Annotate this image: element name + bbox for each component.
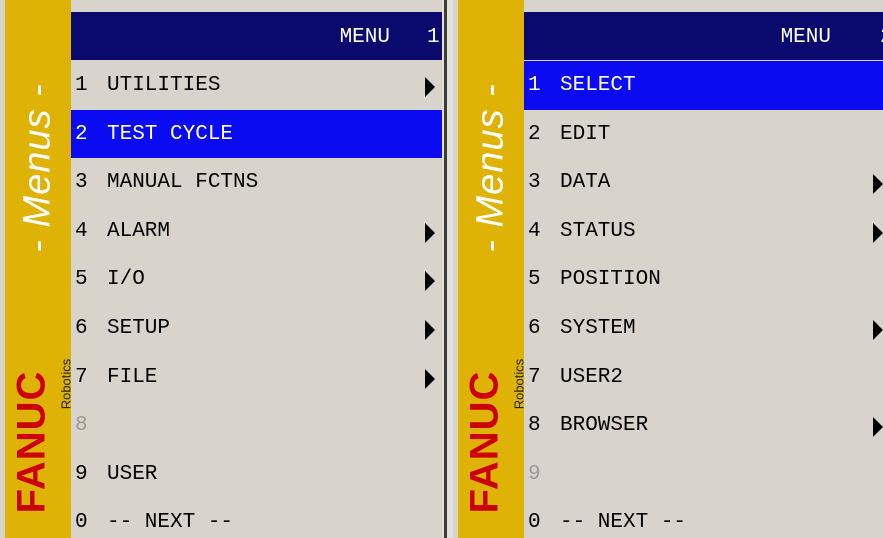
menu-item-number: 7	[75, 365, 88, 389]
submenu-arrow-icon	[873, 222, 883, 243]
menu-title: MENU	[780, 26, 831, 49]
submenu-arrow-icon	[425, 271, 435, 292]
menu-item-0[interactable]: 0 -- NEXT --	[71, 498, 442, 538]
menu-item-label: USER	[107, 462, 158, 486]
menu-item-7[interactable]: 7 USER2	[524, 353, 883, 402]
menu-item-number: 3	[75, 171, 88, 195]
menu-item-list: 1 SELECT 2 EDIT 3 DATA 4 STATUS 5 POSITION 6 SYSTEM…	[524, 61, 883, 538]
menu-item-8[interactable]: 8 BROWSER	[524, 401, 883, 450]
menu-item-label: BROWSER	[560, 414, 649, 438]
menu-item-label: I/O	[107, 268, 145, 292]
menu-item-number: 2	[75, 122, 88, 146]
menu-item-2[interactable]: 2 TEST CYCLE	[71, 109, 442, 159]
menu-panel-1: - Menus - FANUC Robotics MENU 1 1 UTILITI…	[0, 0, 442, 538]
menu-item-number: 8	[75, 414, 88, 438]
menu-item-label: UTILITIES	[107, 74, 221, 97]
menu-item-label: USER2	[560, 365, 624, 389]
menu-item-3[interactable]: 3 MANUAL FCTNS	[71, 158, 442, 207]
menu-item-label: FILE	[107, 365, 158, 389]
submenu-arrow-icon	[425, 368, 435, 389]
menu-item-2[interactable]: 2 EDIT	[524, 110, 883, 159]
menu-item-9[interactable]: 9 USER	[71, 450, 442, 499]
menu-item-number: 0	[75, 511, 88, 535]
submenu-arrow-icon	[873, 417, 883, 438]
menu-header: MENU 1	[71, 12, 442, 60]
menu-item-number: 3	[528, 171, 541, 195]
fanuc-logo: FANUC	[9, 370, 54, 514]
menu-item-label: SETUP	[107, 316, 171, 340]
submenu-arrow-icon	[873, 319, 883, 340]
menu-item-label: DATA	[560, 171, 611, 195]
menu-item-label: MANUAL FCTNS	[107, 171, 259, 195]
menu-item-label: SELECT	[560, 74, 636, 97]
menu-item-label: -- NEXT --	[107, 511, 234, 535]
menu-item-number: 1	[75, 74, 88, 97]
menu-item-3[interactable]: 3 DATA	[524, 158, 883, 207]
menu-page-number: 1	[427, 26, 440, 49]
menu-item-number: 9	[528, 462, 541, 486]
menu-item-4[interactable]: 4 STATUS	[524, 207, 883, 256]
menu-item-number: 0	[528, 511, 541, 535]
menu-item-number: 4	[75, 219, 88, 243]
submenu-arrow-icon	[873, 174, 883, 195]
menu-item-9: 9	[524, 450, 883, 499]
submenu-arrow-icon	[425, 319, 435, 340]
menu-item-5[interactable]: 5 I/O	[71, 255, 442, 304]
menu-item-label: EDIT	[560, 122, 611, 146]
menu-panel-2: - Menus - FANUC Robotics MENU 2 1 SELECT 2…	[453, 0, 883, 538]
menu-item-number: 5	[528, 268, 541, 292]
submenu-arrow-icon	[425, 222, 435, 243]
menu-item-number: 9	[75, 462, 88, 486]
menu-item-6[interactable]: 6 SYSTEM	[524, 304, 883, 353]
menu-item-label: TEST CYCLE	[107, 122, 234, 146]
submenu-arrow-icon	[425, 77, 435, 97]
panel-divider	[442, 0, 453, 538]
menu-item-6[interactable]: 6 SETUP	[71, 304, 442, 353]
menu-item-label: POSITION	[560, 268, 661, 292]
fanuc-logo: FANUC	[462, 370, 507, 514]
menu-header: MENU 2	[524, 12, 883, 60]
menu-item-number: 5	[75, 268, 88, 292]
menu-item-number: 6	[75, 316, 88, 340]
menus-label: - Menus -	[16, 83, 59, 253]
menu-item-number: 2	[528, 122, 541, 146]
menu-title: MENU	[339, 26, 390, 49]
brand-bar: - Menus - FANUC Robotics	[458, 0, 527, 538]
menu-item-5[interactable]: 5 POSITION	[524, 255, 883, 304]
menu-item-7[interactable]: 7 FILE	[71, 353, 442, 402]
menu-item-1[interactable]: 1 SELECT	[524, 61, 883, 110]
menu-item-8: 8	[71, 401, 442, 450]
menu-item-number: 1	[528, 74, 541, 97]
menu-item-number: 4	[528, 219, 541, 243]
brand-bar: - Menus - FANUC Robotics	[5, 0, 74, 538]
menu-item-label: ALARM	[107, 219, 171, 243]
menu-item-number: 7	[528, 365, 541, 389]
menu-item-1[interactable]: 1 UTILITIES	[71, 61, 442, 110]
divider-line	[444, 0, 447, 538]
menu-item-number: 8	[528, 414, 541, 438]
menu-item-number: 6	[528, 316, 541, 340]
menu-item-0[interactable]: 0 -- NEXT --	[524, 498, 883, 538]
menu-item-label: STATUS	[560, 219, 636, 243]
menus-label: - Menus -	[469, 83, 512, 253]
menu-item-4[interactable]: 4 ALARM	[71, 207, 442, 256]
menu-item-label: -- NEXT --	[560, 511, 687, 535]
menu-item-list: 1 UTILITIES 2 TEST CYCLE 3 MANUAL FCTNS 4 ALARM…	[71, 61, 442, 538]
menu-item-label: SYSTEM	[560, 316, 636, 340]
